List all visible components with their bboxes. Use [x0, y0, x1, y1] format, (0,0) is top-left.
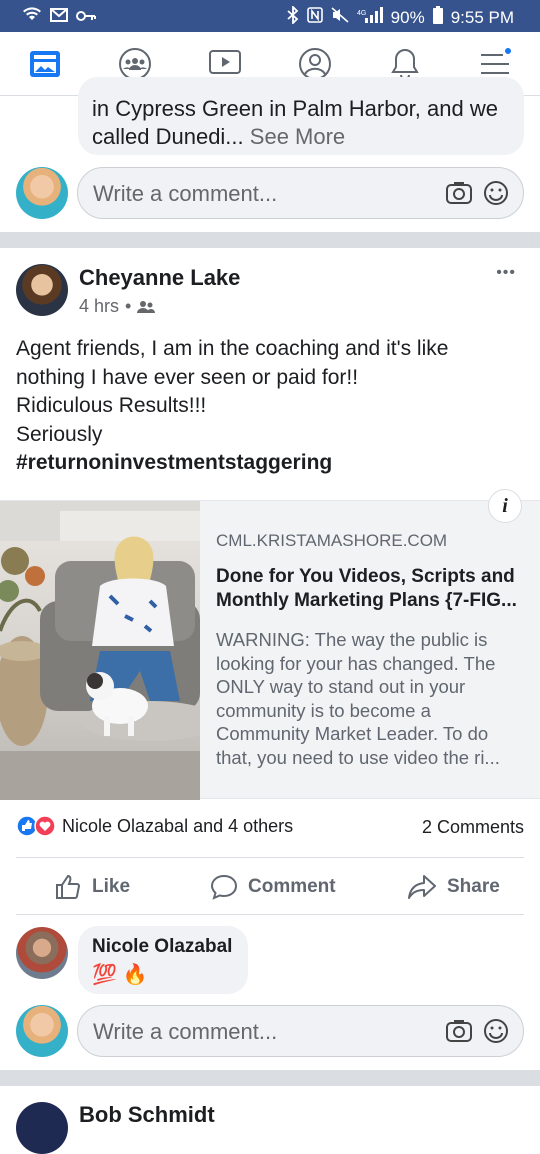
profile-icon [299, 48, 331, 80]
wifi-icon [22, 6, 42, 27]
link-title: Done for You Videos, Scripts and Monthly… [216, 566, 517, 611]
bluetooth-icon [287, 4, 299, 29]
author-avatar[interactable] [16, 264, 68, 316]
gmail-icon [50, 7, 68, 27]
link-preview-image[interactable] [0, 501, 200, 800]
post-time[interactable]: 4 hrs [79, 296, 119, 317]
separator [16, 914, 524, 915]
link-preview-card[interactable]: CML.KRISTAMASHORE.COM Done for You Video… [0, 489, 540, 800]
share-button[interactable]: Share [407, 873, 500, 901]
news-feed: in Cypress Green in Palm Harbor, and we … [0, 77, 540, 1154]
comment-input[interactable]: Write a comment... [77, 167, 524, 219]
camera-icon[interactable] [445, 1018, 473, 1044]
post-author[interactable]: Cheyanne Lake [79, 265, 240, 291]
current-user-avatar[interactable] [16, 1005, 68, 1057]
emoji-icon[interactable] [483, 180, 509, 206]
status-bar: 4G 90% 9:55 PM [0, 0, 540, 32]
current-user-avatar[interactable] [16, 167, 68, 219]
commenter-name[interactable]: Nicole Olazabal [92, 936, 232, 958]
key-icon [76, 7, 96, 27]
notification-dot [503, 46, 513, 56]
love-reaction-icon [34, 815, 56, 837]
comment-button[interactable]: Comment [210, 873, 336, 901]
post-options-button[interactable]: ••• [496, 264, 516, 282]
battery-percent: 90% [390, 7, 425, 27]
comment-bubble: Nicole Olazabal 💯 🔥 [78, 926, 248, 994]
news-feed-tab[interactable] [25, 44, 65, 84]
hashtag-link[interactable]: #returnoninvestmentstaggering [16, 449, 526, 478]
clock: 9:55 PM [450, 7, 514, 27]
next-post-author[interactable]: Bob Schmidt [79, 1102, 215, 1128]
speech-bubble-icon [210, 874, 238, 900]
link-description: WARNING: The way the public is looking f… [216, 629, 500, 768]
thumbs-up-icon [56, 874, 81, 899]
emoji-icon[interactable] [483, 1018, 509, 1044]
comment-text: in Cypress Green in Palm Harbor, and we … [92, 96, 498, 149]
comment-text: 💯 🔥 [92, 964, 148, 986]
bell-icon [391, 48, 419, 80]
mute-icon [331, 7, 349, 28]
commenter-avatar[interactable] [16, 927, 68, 979]
reactions-summary[interactable]: Nicole Olazabal and 4 others [16, 815, 293, 837]
friends-audience-icon [137, 300, 156, 313]
battery-icon [432, 6, 443, 29]
signal-icon: 4G [357, 7, 383, 28]
ad-info-icon[interactable]: i [488, 489, 522, 523]
post-divider [0, 232, 540, 248]
link-domain: CML.KRISTAMASHORE.COM [216, 531, 448, 550]
comment-bubble: in Cypress Green in Palm Harbor, and we … [78, 77, 524, 155]
like-button[interactable]: Like [54, 873, 130, 901]
comments-count[interactable]: 2 Comments [422, 817, 524, 838]
post-text: Agent friends, I am in the coaching and … [16, 335, 526, 478]
share-arrow-icon [408, 875, 436, 899]
camera-icon[interactable] [445, 180, 473, 206]
video-icon [209, 50, 241, 79]
see-more-link[interactable]: See More [250, 124, 345, 149]
news-feed-icon [30, 51, 60, 77]
reactions-text: Nicole Olazabal and 4 others [62, 815, 294, 836]
post-meta: 4 hrs • [79, 296, 156, 317]
nfc-icon [306, 7, 323, 28]
groups-icon [119, 48, 151, 80]
post-divider [0, 1070, 540, 1086]
svg-text:4G: 4G [357, 10, 366, 17]
comment-input[interactable]: Write a comment... [77, 1005, 524, 1057]
separator [16, 857, 524, 858]
